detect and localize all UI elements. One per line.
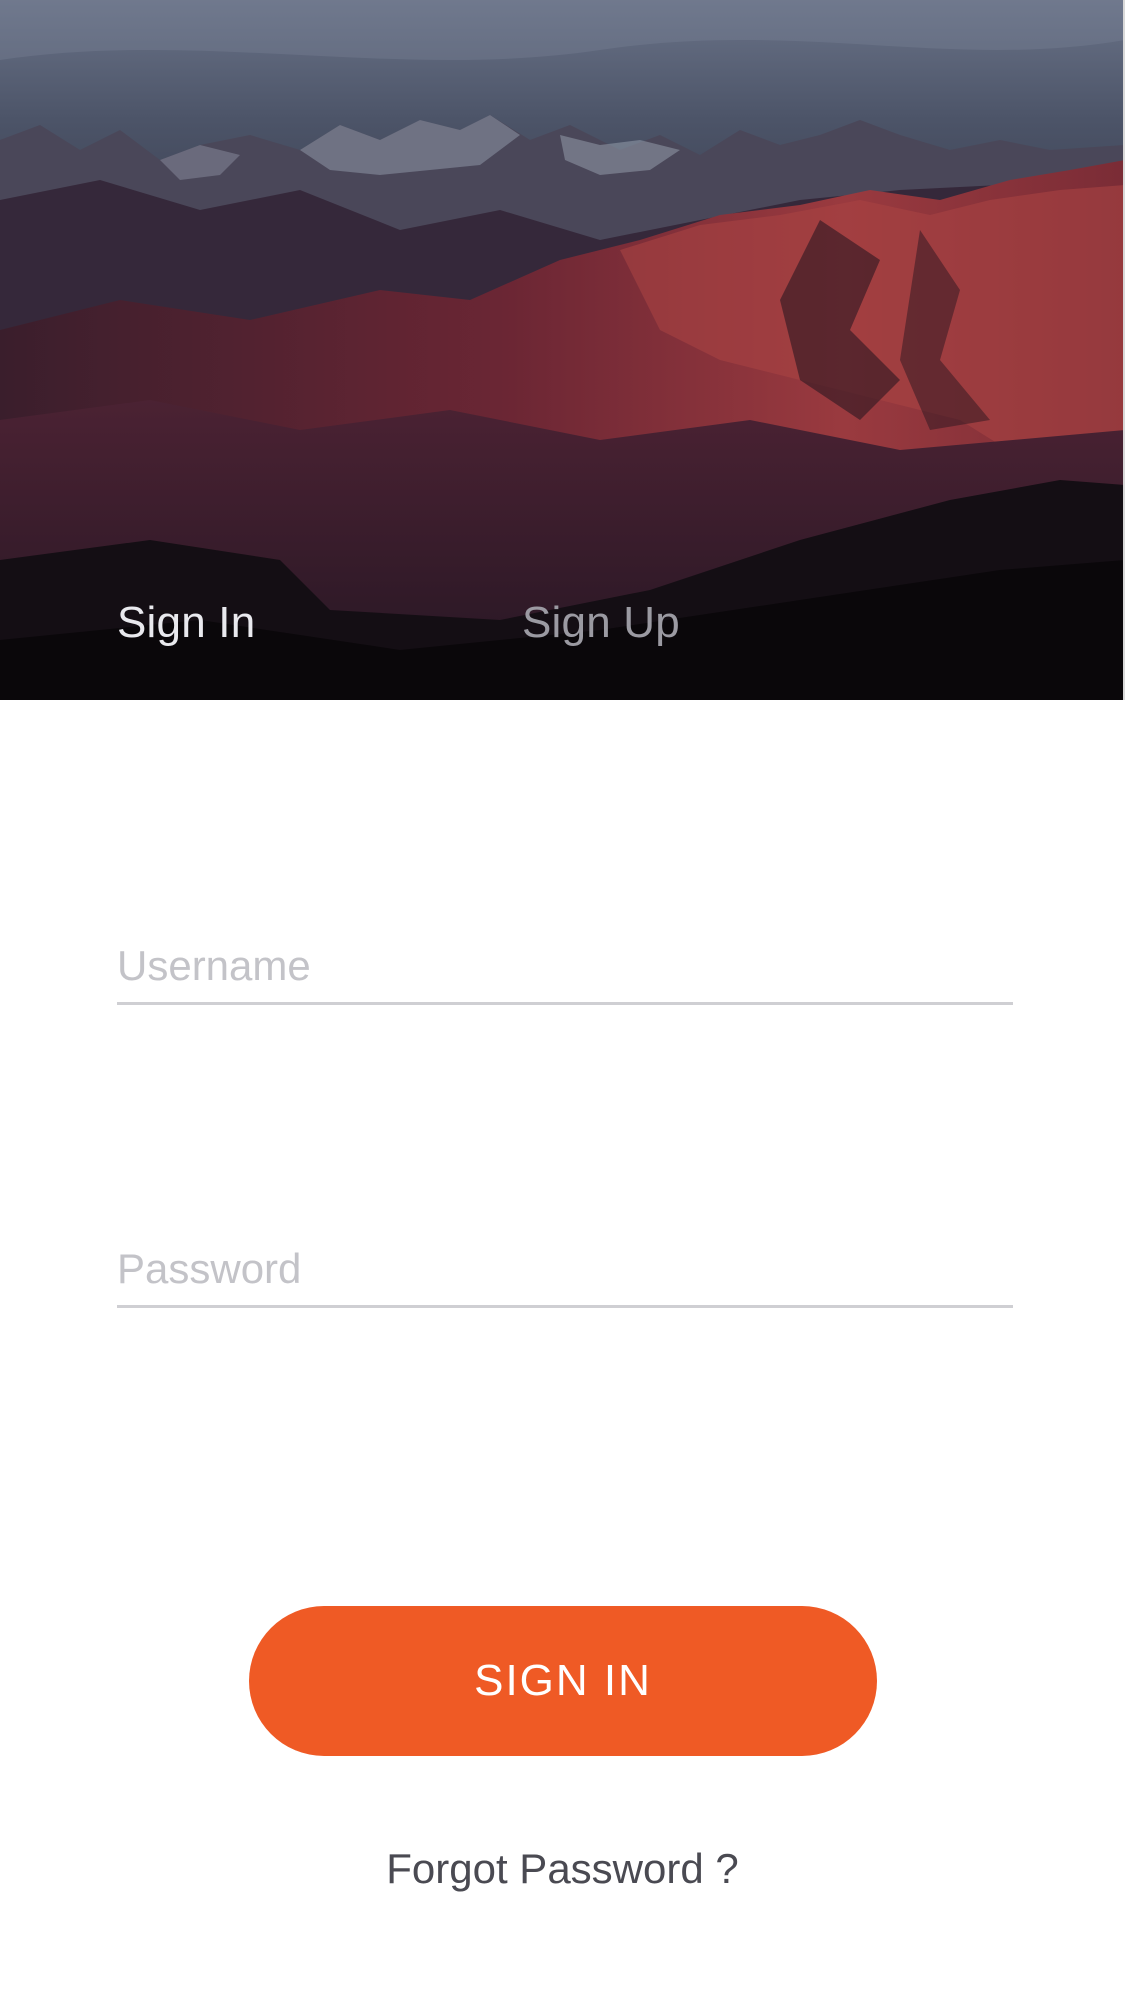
tab-sign-in[interactable]: Sign In — [117, 595, 255, 651]
sign-in-button[interactable]: SIGN IN — [249, 1606, 877, 1756]
password-underline — [117, 1305, 1013, 1308]
password-field-group — [117, 1245, 1013, 1308]
username-input[interactable] — [117, 942, 1013, 1002]
hero-mountain-image: Sign In Sign Up — [0, 0, 1125, 700]
tab-sign-up[interactable]: Sign Up — [522, 595, 680, 651]
sign-in-screen: Sign In Sign Up SIGN IN Forgot Password … — [0, 0, 1125, 2001]
username-underline — [117, 1002, 1013, 1005]
forgot-password-link[interactable]: Forgot Password ? — [0, 1845, 1125, 1893]
password-input[interactable] — [117, 1245, 1013, 1305]
username-field-group — [117, 942, 1013, 1005]
